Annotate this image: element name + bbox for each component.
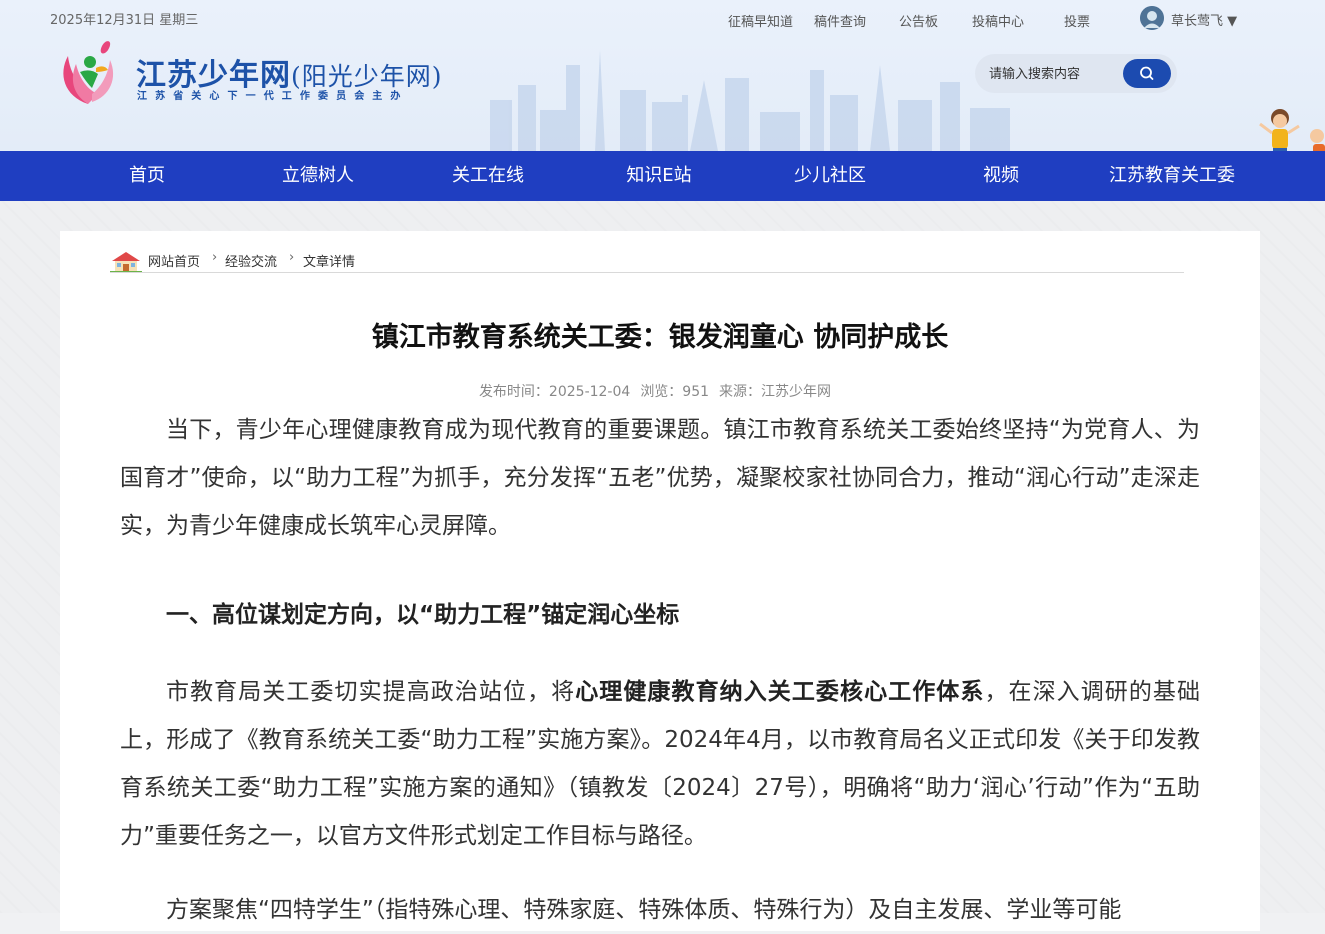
- article-paragraph-1: 当下，青少年心理健康教育成为现代教育的重要课题。镇江市教育系统关工委始终坚持“为…: [120, 417, 1200, 539]
- link-bulletin[interactable]: 公告板: [899, 11, 938, 30]
- breadcrumb-home[interactable]: 网站首页: [148, 251, 200, 270]
- nav-home[interactable]: 首页: [129, 151, 165, 201]
- search-box: [975, 54, 1177, 93]
- search-button[interactable]: [1123, 59, 1171, 88]
- search-input[interactable]: [989, 64, 1119, 84]
- breadcrumb-current: 文章详情: [303, 255, 356, 270]
- article-meta: 发布时间：2025-12-04 浏览：951 来源：江苏少年网: [0, 381, 1310, 401]
- chevron-right-icon: ›: [289, 250, 295, 265]
- article-paragraph-3: 方案聚焦“四特学生”（指特殊心理、特殊家庭、特殊体质、特殊行为）及自主发展、学业…: [166, 897, 1122, 923]
- current-date: 2025年12月31日 星期三: [50, 13, 199, 28]
- publish-time: 发布时间：2025-12-04: [478, 384, 631, 400]
- city-skyline-illustration: [490, 50, 1010, 151]
- paragraph-text: 市教育局关工委切实提高政治站位，将: [166, 679, 576, 705]
- main-nav: 首页 立德树人 关工在线 知识E站 少儿社区 视频 江苏教育关工委: [0, 151, 1325, 201]
- house-icon: [110, 252, 142, 273]
- nav-knowledge-station[interactable]: 知识E站: [626, 151, 691, 201]
- section-heading-1: 一、高位谋划定方向，以“助力工程”锚定润心坐标: [166, 602, 680, 628]
- article-source: 来源：江苏少年网: [719, 384, 832, 400]
- nav-moral-education[interactable]: 立德树人: [282, 151, 354, 201]
- site-header: 2025年12月31日 星期三 征稿早知道 稿件查询 公告板 投稿中心 投票 草…: [0, 0, 1325, 151]
- link-submission-center[interactable]: 投稿中心: [972, 11, 1024, 30]
- link-vote[interactable]: 投票: [1064, 11, 1090, 30]
- link-submission-notice[interactable]: 征稿早知道: [728, 11, 793, 30]
- breadcrumb-divider: [110, 272, 1184, 273]
- search-icon: [1140, 66, 1154, 80]
- site-subtitle: 江苏省关心下一代工作委员会主办: [137, 91, 409, 102]
- chevron-right-icon: ›: [212, 250, 218, 265]
- paragraph-emphasis: 心理健康教育纳入关工委核心工作体系: [575, 679, 985, 705]
- avatar: [1140, 6, 1164, 30]
- nav-guangong-online[interactable]: 关工在线: [452, 151, 524, 201]
- nav-video[interactable]: 视频: [983, 151, 1019, 201]
- article-title: 镇江市教育系统关工委：银发润童心 协同护成长: [371, 322, 949, 353]
- article-paragraph-2: 市教育局关工委切实提高政治站位，将心理健康教育纳入关工委核心工作体系，在深入调研…: [120, 668, 1200, 860]
- user-name: 草长莺飞 ▼: [1171, 14, 1238, 29]
- nav-children-community[interactable]: 少儿社区: [794, 151, 866, 201]
- breadcrumb-experience[interactable]: 经验交流: [225, 251, 277, 270]
- view-count: 浏览：951: [640, 384, 710, 400]
- link-manuscript-query[interactable]: 稿件查询: [814, 11, 866, 30]
- nav-jiangsu-education-committee[interactable]: 江苏教育关工委: [1109, 151, 1235, 201]
- site-logo-icon[interactable]: [58, 38, 120, 106]
